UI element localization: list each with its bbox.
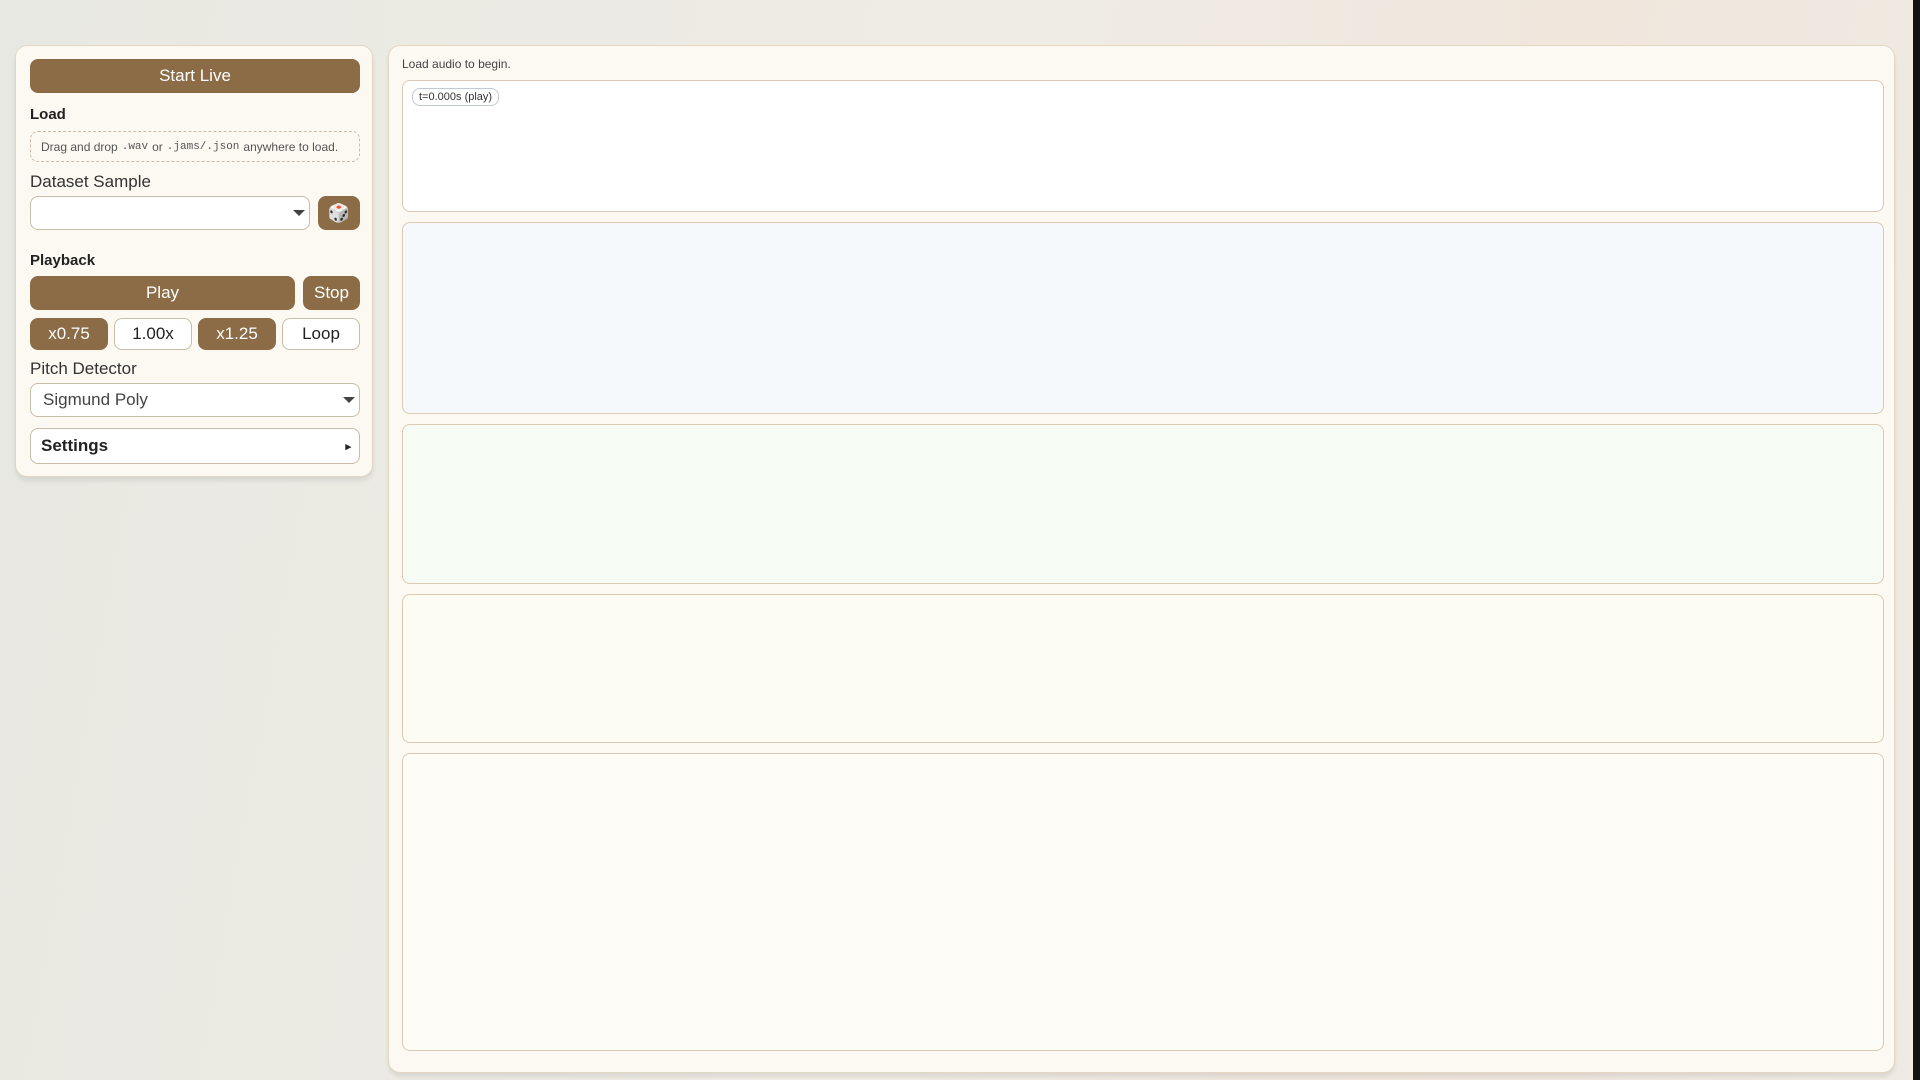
stop-button[interactable]: Stop: [303, 276, 360, 310]
drop-text: or: [152, 139, 163, 154]
drop-zone[interactable]: Drag and drop .wav or .jams/.json anywhe…: [30, 131, 360, 162]
pitch-detector-select[interactable]: Sigmund Poly: [30, 383, 360, 417]
control-panel: Start Live Load Drag and drop .wav or .j…: [15, 45, 373, 477]
load-heading: Load: [30, 106, 66, 123]
jams-ext: .jams/.json: [166, 140, 240, 153]
settings-toggle[interactable]: Settings ▸: [30, 428, 360, 464]
start-live-button[interactable]: Start Live: [30, 59, 360, 93]
speed-up-button[interactable]: x1.25: [198, 318, 276, 350]
pitch-detector-value: Sigmund Poly: [43, 390, 148, 409]
wav-ext: .wav: [121, 140, 149, 153]
main-panel: Load audio to begin. t=0.000s (play): [388, 45, 1895, 1073]
dataset-select[interactable]: [30, 196, 310, 230]
notes-view[interactable]: [402, 594, 1884, 743]
piano-roll-view[interactable]: [402, 753, 1884, 1051]
drop-text: Drag and drop: [41, 139, 118, 154]
time-badge: t=0.000s (play): [412, 88, 500, 106]
loop-button[interactable]: Loop: [282, 318, 360, 350]
play-button[interactable]: Play: [30, 276, 295, 310]
playback-heading: Playback: [30, 252, 96, 269]
settings-label: Settings: [41, 436, 109, 455]
scrollbar[interactable]: [1913, 0, 1920, 1080]
waveform-view[interactable]: t=0.000s (play): [402, 80, 1884, 212]
dataset-label: Dataset Sample: [30, 172, 151, 191]
random-sample-button[interactable]: 🎲: [318, 196, 360, 230]
status-text: Load audio to begin.: [402, 57, 511, 71]
pitch-view[interactable]: [402, 424, 1884, 584]
expand-arrow-icon: ▸: [345, 440, 351, 453]
speed-reset-button[interactable]: 1.00x: [114, 318, 192, 350]
speed-down-button[interactable]: x0.75: [30, 318, 108, 350]
chevron-down-icon: [343, 397, 355, 403]
pitch-detector-label: Pitch Detector: [30, 359, 137, 378]
chevron-down-icon: [293, 210, 305, 216]
drop-text: anywhere to load.: [243, 139, 339, 154]
dice-icon: 🎲: [327, 202, 351, 223]
spectrogram-view[interactable]: [402, 222, 1884, 414]
